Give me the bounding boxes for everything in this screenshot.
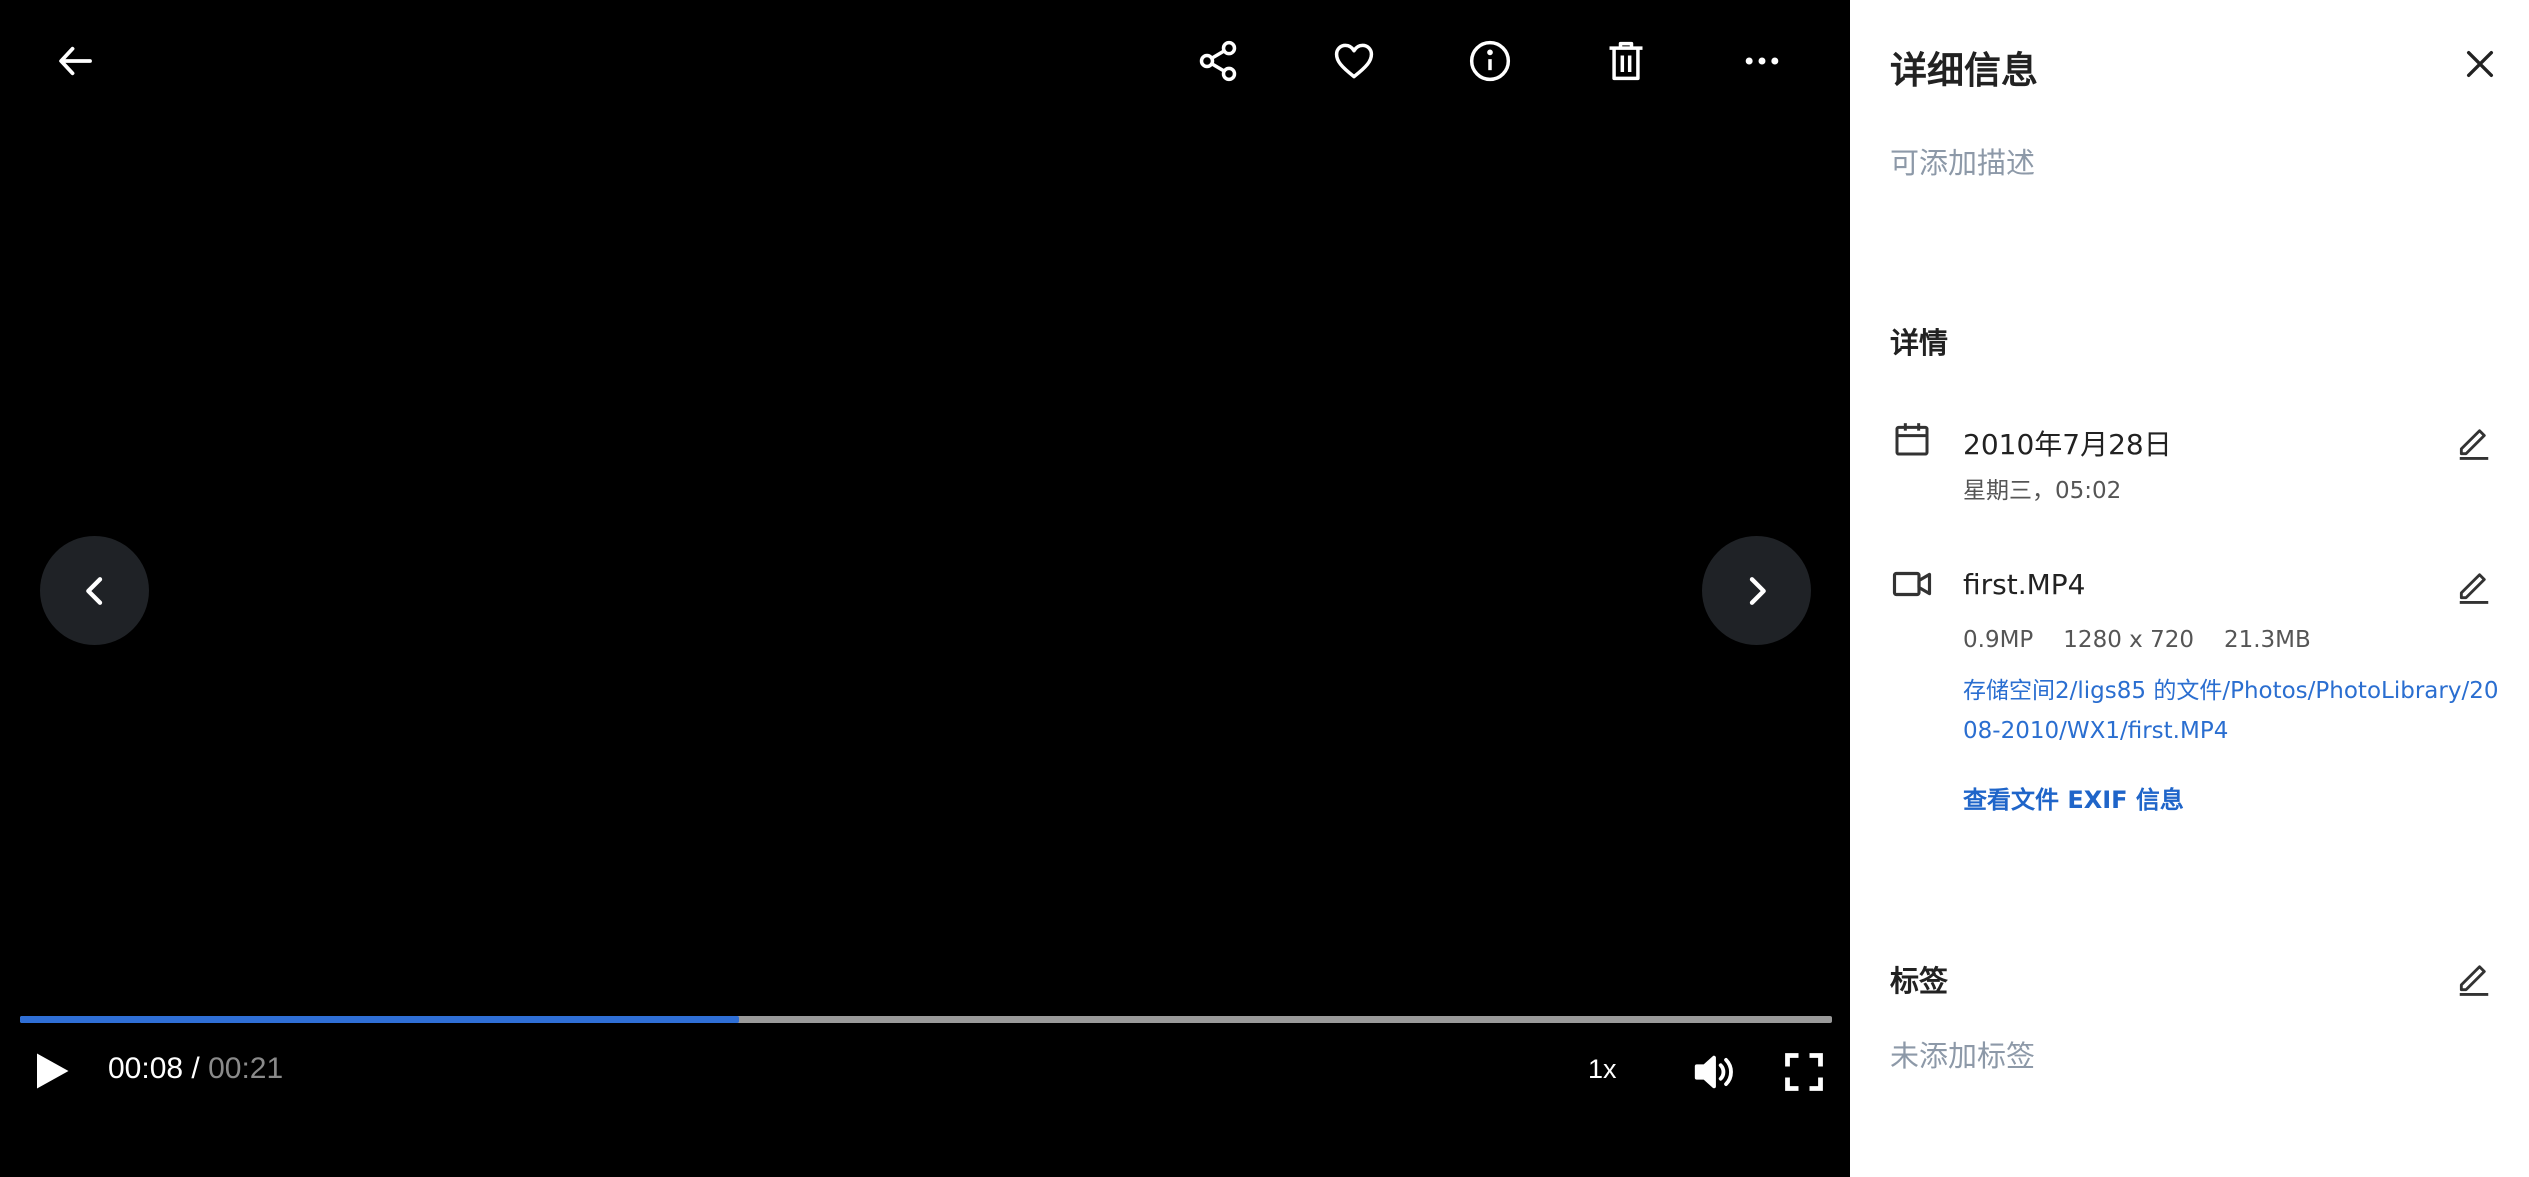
back-button[interactable]: [44, 29, 108, 93]
video-viewer[interactable]: 00:08 / 00:21 1x: [0, 0, 1850, 1177]
pencil-icon: [2459, 429, 2489, 460]
tags-placeholder: 未添加标签: [1890, 1039, 2036, 1073]
megapixels-text: 0.9MP: [1963, 627, 2034, 653]
delete-button[interactable]: [1594, 29, 1658, 93]
fullscreen-icon: [1785, 1053, 1823, 1091]
share-button[interactable]: [1186, 29, 1250, 93]
volume-button[interactable]: [1688, 1046, 1740, 1098]
more-button[interactable]: [1730, 29, 1794, 93]
duration: 00:21: [208, 1052, 284, 1085]
fullscreen-button[interactable]: [1778, 1046, 1830, 1098]
filesize-text: 21.3MB: [2223, 627, 2311, 653]
close-panel-button[interactable]: [2456, 40, 2504, 88]
favorite-button[interactable]: [1322, 29, 1386, 93]
play-icon: [37, 1053, 69, 1089]
pencil-icon: [2459, 965, 2489, 996]
chevron-left-icon: [85, 576, 102, 605]
details-panel: 详细信息 可添加描述 详情 2010年7月28日 星期三，05:02 first…: [1850, 0, 2529, 1177]
close-icon: [2466, 50, 2494, 78]
current-time: 00:08: [108, 1052, 184, 1085]
time-separator: /: [183, 1052, 209, 1085]
weekday-time-text: 星期三，05:02: [1963, 478, 2122, 504]
file-meta: 0.9MP 1280 x 720 21.3MB: [1963, 627, 2341, 653]
view-exif-link[interactable]: 查看文件 EXIF 信息: [1963, 780, 2184, 815]
resolution-text: 1280 x 720: [2063, 627, 2194, 653]
video-camera-icon: [1890, 562, 1934, 606]
control-bar: 00:08 / 00:21 1x: [0, 1040, 1850, 1102]
info-icon: [1469, 40, 1511, 82]
edit-tags-button[interactable]: [2452, 955, 2496, 999]
info-button[interactable]: [1458, 29, 1522, 93]
time-display: 00:08 / 00:21: [108, 1052, 283, 1086]
description-input[interactable]: 可添加描述: [1890, 140, 2035, 182]
progress-bar[interactable]: [20, 1016, 1832, 1023]
calendar-icon: [1890, 417, 1934, 461]
volume-icon: [1694, 1055, 1733, 1089]
panel-title: 详细信息: [1890, 49, 2038, 92]
heart-icon: [1334, 43, 1374, 79]
date-text: 2010年7月28日: [1963, 428, 2172, 461]
edit-date-button[interactable]: [2452, 419, 2496, 463]
trash-icon: [1609, 41, 1643, 81]
play-button[interactable]: [28, 1048, 74, 1094]
progress-fill: [20, 1016, 740, 1023]
next-button[interactable]: [1702, 536, 1811, 645]
more-horizontal-icon: [1745, 57, 1779, 65]
playback-speed-button[interactable]: 1x: [1588, 1054, 1617, 1085]
details-heading: 详情: [1890, 326, 1949, 360]
file-path-link[interactable]: 存储空间2/ligs85 的文件/Photos/PhotoLibrary/200…: [1963, 671, 2503, 751]
tags-heading: 标签: [1890, 964, 1949, 998]
filename-text: first.MP4: [1963, 568, 2086, 601]
edit-file-button[interactable]: [2452, 563, 2496, 607]
pencil-icon: [2459, 573, 2489, 604]
share-icon: [1199, 40, 1237, 82]
chevron-right-icon: [1749, 576, 1766, 605]
back-arrow-icon: [59, 46, 92, 76]
previous-button[interactable]: [40, 536, 149, 645]
